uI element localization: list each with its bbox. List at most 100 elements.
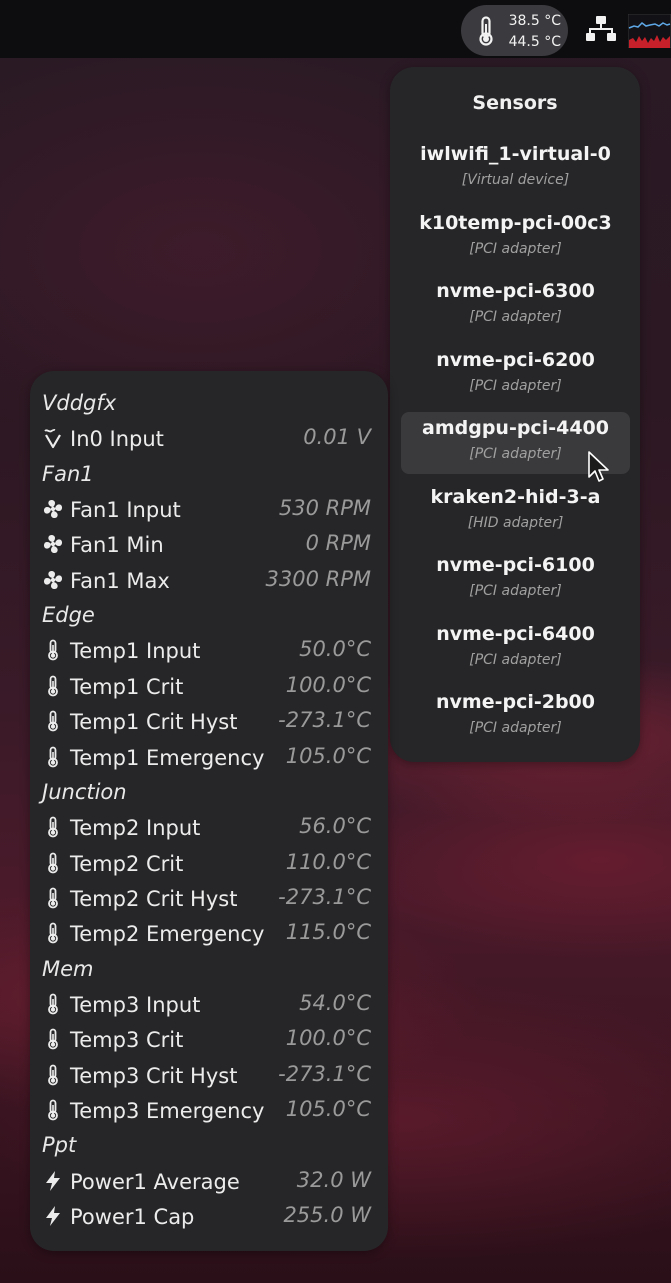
thermometer-icon — [477, 16, 495, 50]
sensor-reading-row: Temp2 Crit 110.0°C — [30, 846, 388, 881]
sensors-panel: Sensors iwlwifi_1-virtual-0 [Virtual devi… — [390, 67, 640, 762]
group-title: Edge — [42, 603, 95, 628]
reading-value: -273.1°C — [278, 1061, 371, 1086]
temperature-indicator[interactable]: 38.5 °C 44.5 °C — [461, 5, 568, 56]
reading-label: Fan1 Max — [70, 568, 170, 593]
device-type: [HID adapter] — [467, 514, 564, 531]
sensor-reading-row: Fan1 Input 530 RPM — [30, 492, 388, 527]
reading-value: 530 RPM — [278, 496, 371, 521]
sensor-device-item[interactable]: kraken2-hid-3-a [HID adapter] — [401, 481, 630, 543]
sensor-reading-row: Power1 Cap 255.0 W — [30, 1199, 388, 1234]
reading-label: Temp2 Crit Hyst — [70, 886, 238, 911]
reading-value: 115.0°C — [285, 920, 371, 945]
device-name: nvme-pci-6200 — [436, 348, 595, 371]
system-monitor-graph-icon[interactable] — [627, 13, 671, 49]
temp-value-2: 44.5 °C — [508, 34, 561, 50]
fan-icon — [42, 498, 64, 520]
device-name: amdgpu-pci-4400 — [422, 417, 609, 439]
sensor-reading-row: Temp1 Input 50.0°C — [30, 633, 388, 668]
device-type: [PCI adapter] — [469, 583, 562, 599]
reading-value: 105.0°C — [285, 743, 371, 768]
fan-icon — [42, 569, 64, 591]
sensor-reading-row: Temp2 Emergency 115.0°C — [30, 916, 388, 951]
reading-value: 110.0°C — [285, 849, 371, 874]
device-type: [PCI adapter] — [469, 309, 562, 325]
power-icon — [42, 1205, 64, 1227]
device-name: nvme-pci-2b00 — [435, 691, 595, 713]
reading-value: 56.0°C — [299, 814, 371, 839]
reading-group-header: Fan1 — [30, 457, 388, 492]
reading-value: 100.0°C — [285, 672, 371, 697]
group-title: Ppt — [42, 1133, 77, 1158]
reading-group-header: Junction — [30, 775, 388, 810]
reading-group-header: Ppt — [30, 1128, 388, 1163]
reading-label: Temp3 Emergency — [70, 1099, 265, 1123]
group-title: Fan1 — [42, 461, 94, 486]
sensors-title: Sensors — [472, 92, 558, 114]
reading-group-header: Edge — [30, 598, 388, 633]
fan-icon — [42, 533, 64, 555]
reading-label: Fan1 Input — [70, 498, 181, 523]
reading-label: Temp1 Crit — [70, 674, 184, 699]
thermometer-icon — [42, 922, 64, 944]
thermometer-icon — [42, 852, 64, 874]
sensor-device-item[interactable]: nvme-pci-6200 [PCI adapter] — [401, 344, 630, 406]
reading-label: Temp3 Crit Hyst — [70, 1063, 238, 1088]
reading-label: Power1 Cap — [70, 1205, 195, 1230]
thermometer-icon — [42, 639, 64, 661]
voltage-icon — [42, 427, 64, 449]
device-name: iwlwifi_1-virtual-0 — [420, 143, 611, 165]
temp-value-1: 38.5 °C — [508, 13, 561, 29]
sensor-reading-row: Temp3 Crit Hyst -273.1°C — [30, 1058, 388, 1093]
network-icon[interactable] — [586, 15, 616, 47]
device-type: [PCI adapter] — [469, 651, 562, 668]
thermometer-icon — [42, 887, 64, 909]
reading-value: 255.0 W — [283, 1203, 371, 1228]
sensor-device-item[interactable]: nvme-pci-6100 [PCI adapter] — [401, 549, 630, 611]
sensor-device-item[interactable]: nvme-pci-2b00 [PCI adapter] — [401, 686, 630, 748]
thermometer-icon — [42, 1064, 64, 1086]
group-title: Vddgfx — [42, 391, 117, 415]
reading-label: In0 Input — [70, 427, 164, 452]
reading-label: Temp3 Crit — [70, 1028, 184, 1053]
sensor-reading-row: Temp3 Emergency 105.0°C — [30, 1093, 388, 1128]
device-name: nvme-pci-6100 — [436, 554, 595, 576]
sensor-reading-row: Fan1 Max 3300 RPM — [30, 563, 388, 598]
thermometer-icon — [42, 816, 64, 838]
reading-label: Power1 Average — [70, 1169, 240, 1194]
reading-label: Temp1 Input — [70, 639, 201, 664]
reading-value: 100.0°C — [285, 1026, 371, 1051]
mouse-cursor-icon — [587, 450, 611, 488]
sensor-device-item[interactable]: nvme-pci-6400 [PCI adapter] — [401, 618, 630, 680]
device-type: [PCI adapter] — [469, 240, 562, 257]
sensor-reading-row: Temp1 Crit Hyst -273.1°C — [30, 704, 388, 739]
reading-value: 0 RPM — [305, 531, 371, 556]
thermometer-icon — [42, 1028, 64, 1050]
sensor-device-item[interactable]: iwlwifi_1-virtual-0 [Virtual device] — [401, 138, 630, 200]
reading-label: Temp2 Crit — [70, 851, 184, 876]
reading-group-header: Vddgfx — [30, 386, 388, 421]
device-name: nvme-pci-6300 — [436, 280, 595, 302]
sensor-reading-row: Fan1 Min 0 RPM — [30, 527, 388, 562]
sensor-reading-row: Temp2 Crit Hyst -273.1°C — [30, 881, 388, 916]
sensor-reading-row: Temp3 Crit 100.0°C — [30, 1022, 388, 1057]
reading-label: Temp1 Emergency — [70, 745, 265, 770]
power-icon — [42, 1170, 64, 1192]
reading-value: 54.0°C — [299, 990, 371, 1015]
device-type: [Virtual device] — [461, 172, 570, 188]
sensor-reading-row: Power1 Average 32.0 W — [30, 1164, 388, 1199]
reading-group-header: Mem — [30, 952, 388, 987]
device-name: nvme-pci-6400 — [436, 622, 595, 645]
sensor-device-item[interactable]: nvme-pci-6300 [PCI adapter] — [401, 275, 630, 337]
reading-value: -273.1°C — [278, 708, 371, 733]
sensor-reading-row: Temp2 Input 56.0°C — [30, 810, 388, 845]
thermometer-icon — [42, 746, 64, 768]
sensor-device-item[interactable]: k10temp-pci-00c3 [PCI adapter] — [401, 207, 630, 269]
group-title: Junction — [42, 779, 127, 804]
device-name: k10temp-pci-00c3 — [419, 211, 612, 234]
reading-value: 50.0°C — [299, 637, 371, 662]
reading-label: Temp1 Crit Hyst — [70, 710, 238, 735]
sensor-reading-row: Temp3 Input 54.0°C — [30, 987, 388, 1022]
reading-value: 105.0°C — [285, 1097, 371, 1121]
reading-label: Fan1 Min — [70, 533, 164, 558]
